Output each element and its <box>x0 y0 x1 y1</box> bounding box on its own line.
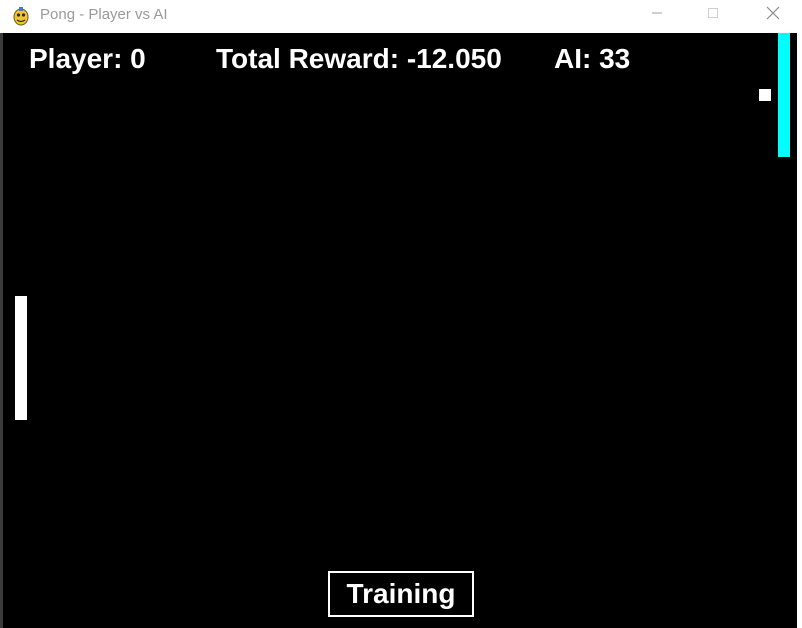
minimize-button[interactable] <box>634 0 680 30</box>
maximize-button[interactable] <box>690 0 736 30</box>
close-button[interactable] <box>750 0 796 30</box>
ai-score: AI: 33 <box>554 43 631 74</box>
game-window: Pong - Player vs AI Player: 0 Total Rewa… <box>0 0 802 628</box>
title-bar[interactable]: Pong - Player vs AI <box>0 0 802 32</box>
player-paddle <box>15 296 27 420</box>
training-mode-button[interactable]: Training <box>328 571 474 617</box>
ai-paddle <box>778 33 790 157</box>
total-reward: Total Reward: -12.050 <box>216 43 502 74</box>
pygame-snake-icon <box>10 5 32 27</box>
player-score: Player: 0 <box>29 43 146 74</box>
close-icon <box>766 6 780 25</box>
window-title: Pong - Player vs AI <box>40 6 168 23</box>
game-canvas[interactable]: Player: 0 Total Reward: -12.050 AI: 33 T… <box>3 33 797 628</box>
maximize-icon <box>707 6 719 24</box>
minimize-icon <box>651 6 663 24</box>
ball <box>759 89 771 101</box>
